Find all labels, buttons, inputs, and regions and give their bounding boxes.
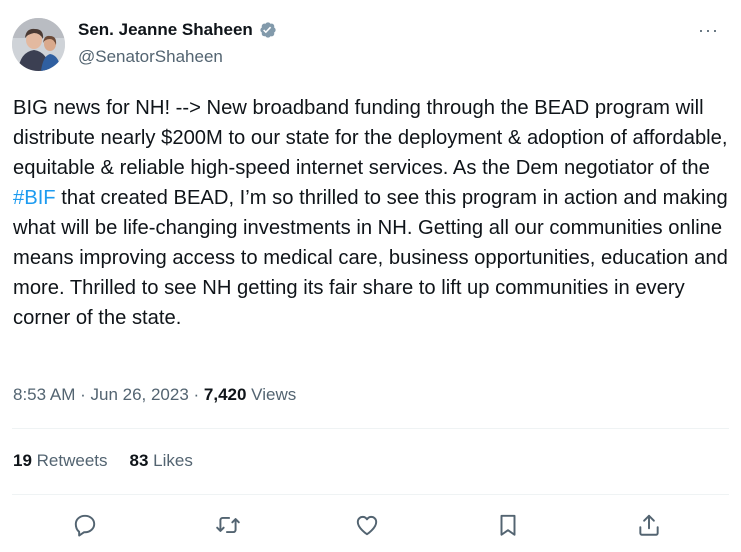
reply-icon (74, 514, 96, 537)
like-button[interactable] (353, 511, 381, 539)
likes-count: 83 (129, 451, 149, 470)
engagement-stats: 19 Retweets 83 Likes (13, 451, 193, 471)
bookmark-button[interactable] (494, 511, 522, 539)
retweets-label: Retweets (31, 451, 108, 470)
reply-button[interactable] (71, 511, 99, 539)
divider (12, 494, 729, 495)
tweet-text-part2: that created BEAD, I’m so thrilled to se… (13, 187, 728, 329)
author-name-row: Sen. Jeanne Shaheen (78, 20, 278, 40)
tweet-text-part1: BIG news for NH! --> New broadband fundi… (13, 97, 728, 179)
author-handle[interactable]: @SenatorShaheen (78, 47, 223, 67)
author-display-name[interactable]: Sen. Jeanne Shaheen (78, 20, 253, 40)
views-label: Views (246, 385, 297, 404)
tweet-meta: 8:53 AM · Jun 26, 2023 · 7,420 Views (13, 385, 296, 405)
share-icon (639, 514, 659, 536)
more-options-button[interactable]: ··· (698, 21, 719, 39)
verified-badge-icon (258, 20, 278, 40)
hashtag-link[interactable]: #BIF (13, 187, 56, 209)
meta-separator: · (75, 385, 91, 404)
views-count: 7,420 (203, 385, 247, 404)
tweet-card: Sen. Jeanne Shaheen @SenatorShaheen ··· … (0, 0, 741, 552)
tweet-text: BIG news for NH! --> New broadband fundi… (13, 93, 728, 333)
avatar[interactable] (12, 18, 65, 71)
meta-separator: · (188, 385, 204, 404)
likes-link[interactable]: 83 Likes (130, 451, 193, 470)
divider (12, 428, 729, 429)
like-icon (356, 515, 378, 536)
retweet-button[interactable] (214, 511, 242, 539)
tweet-time[interactable]: 8:53 AM (13, 385, 75, 404)
retweet-icon (216, 516, 240, 534)
share-button[interactable] (635, 511, 663, 539)
likes-label: Likes (148, 451, 193, 470)
tweet-date[interactable]: Jun 26, 2023 (90, 385, 188, 404)
retweets-link[interactable]: 19 Retweets (13, 451, 108, 470)
avatar-photo (12, 18, 65, 71)
bookmark-icon (500, 514, 516, 536)
action-bar (0, 507, 741, 541)
retweets-count: 19 (13, 451, 32, 470)
